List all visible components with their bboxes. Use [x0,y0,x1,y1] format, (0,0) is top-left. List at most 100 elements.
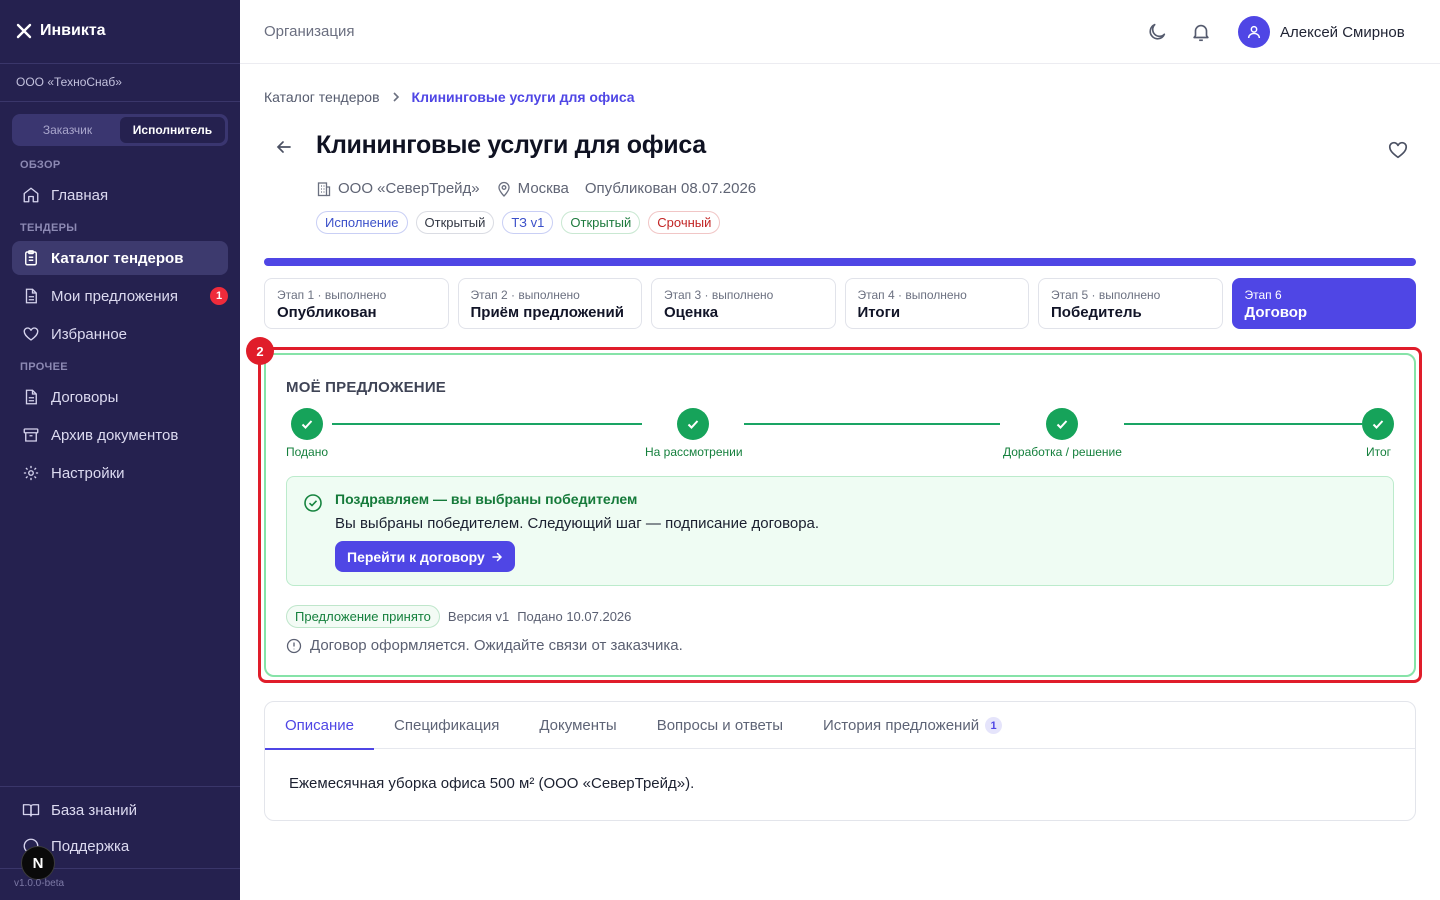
stage-title: Итоги [857,304,901,321]
description-text: Ежемесячная уборка офиса 500 м² (ООО «Се… [289,775,695,792]
tender-meta: ООО «СеверТрейд» Москва Опубликован 08.0… [316,180,772,197]
tab-label: История предложений [823,717,980,734]
stage-title: Победитель [1051,304,1142,321]
role-switch: Заказчик Исполнитель [12,114,228,146]
heart-icon [22,325,40,343]
sidebar-item-knowledge[interactable]: База знаний [12,793,228,827]
sidebar-divider [0,101,240,102]
building-icon [316,181,332,197]
sidebar-item-catalog[interactable]: Каталог тендеров [12,241,228,275]
tag-access: Открытый [561,211,641,234]
sidebar-item-label: Настройки [51,464,125,482]
sidebar-item-label: Главная [51,186,109,204]
stage-subtitle: Этап 1 · выполнено [277,288,387,302]
tab-documents[interactable]: Документы [519,702,636,749]
sidebar-item-settings[interactable]: Настройки [12,456,228,490]
topbar: Организация Алексей Смирнов [240,0,1440,64]
tab-qa[interactable]: Вопросы и ответы [637,702,803,749]
next-devtools-button[interactable]: N [21,846,55,880]
app-logo[interactable]: Инвикта [16,20,106,42]
page-title: Клининговые услуги для офиса [316,131,706,159]
tab-specification[interactable]: Спецификация [374,702,519,749]
sidebar-item-label: Поддержка [51,837,130,855]
tabs-card: Описание Спецификация Документы Вопросы … [264,701,1416,821]
sidebar-item-label: Договоры [51,388,119,406]
stage-list: Этап 1 · выполнено Опубликован Этап 2 · … [264,278,1416,329]
document-icon [22,287,40,305]
breadcrumb: Каталог тендеров Клининговые услуги для … [264,89,635,105]
offers-count-badge: 1 [210,287,228,305]
sidebar-item-offers[interactable]: Мои предложения 1 [12,279,228,313]
sidebar-item-label: Каталог тендеров [51,249,184,267]
tab-description[interactable]: Описание [265,702,375,750]
stage-title: Приём предложений [470,304,624,321]
stage-card[interactable]: Этап 1 · выполнено Опубликован [264,278,449,329]
back-arrow-icon[interactable] [274,137,294,157]
meta-published: Опубликован 08.07.2026 [584,180,757,197]
user-icon [1246,24,1262,40]
document-icon [22,388,40,406]
history-count-badge: 1 [985,717,1003,734]
sidebar-divider [0,786,240,787]
highlight-frame [258,347,1422,683]
tender-progress-bar [264,258,1416,266]
sidebar-item-label: Мои предложения [51,287,179,305]
stage-subtitle: Этап 4 · выполнено [857,288,967,302]
topbar-title: Организация [264,23,355,40]
section-overview: ОБЗОР [20,159,61,171]
stage-subtitle: Этап 6 [1244,288,1282,302]
stage-card-current[interactable]: Этап 6 Договор [1231,278,1416,329]
tag-status: Исполнение [316,211,408,234]
app-name: Инвикта [40,22,106,39]
role-customer-button[interactable]: Заказчик [15,117,120,143]
book-icon [22,801,40,819]
breadcrumb-current: Клининговые услуги для офиса [411,89,635,105]
archive-icon [22,426,40,444]
stage-subtitle: Этап 2 · выполнено [470,288,580,302]
highlight-number-badge: 2 [246,337,274,365]
meta-city: Москва [496,180,569,197]
meta-company: ООО «СеверТрейд» [316,180,480,197]
user-menu[interactable]: Алексей Смирнов [1238,16,1405,48]
meta-city-text: Москва [517,180,569,197]
tag-type: Открытый [415,211,495,234]
org-name: ООО «ТехноСнаб» [16,75,122,89]
stage-card[interactable]: Этап 3 · выполнено Оценка [651,278,836,329]
section-other: ПРОЧЕЕ [20,361,68,373]
tab-bar: Описание Спецификация Документы Вопросы … [265,702,1415,750]
sidebar-divider [0,63,240,64]
stage-title: Оценка [664,304,719,321]
sidebar-item-label: База знаний [51,801,137,819]
tag-tz-version: ТЗ v1 [502,211,554,234]
stage-title: Договор [1244,304,1308,321]
sidebar-item-home[interactable]: Главная [12,178,228,212]
stage-card[interactable]: Этап 2 · выполнено Приём предложений [457,278,642,329]
sidebar-item-label: Избранное [51,325,128,343]
sidebar-item-contracts[interactable]: Договоры [12,380,228,414]
user-avatar [1238,16,1270,48]
sidebar-item-favorites[interactable]: Избранное [12,317,228,351]
tab-offer-history[interactable]: История предложений 1 [803,702,1022,749]
location-pin-icon [496,181,512,197]
breadcrumb-parent-link[interactable]: Каталог тендеров [264,89,380,105]
moon-icon[interactable] [1146,21,1168,43]
sidebar-item-archive[interactable]: Архив документов [12,418,228,452]
role-executor-button[interactable]: Исполнитель [120,117,225,143]
stage-card[interactable]: Этап 5 · выполнено Победитель [1038,278,1223,329]
home-icon [22,186,40,204]
logo-x-icon [16,23,32,39]
chevron-right-icon [390,91,402,103]
sidebar-item-label: Архив документов [51,426,179,444]
favorite-heart-icon[interactable] [1387,139,1409,161]
stage-subtitle: Этап 5 · выполнено [1051,288,1161,302]
clipboard-icon [22,249,40,267]
section-tenders: ТЕНДЕРЫ [20,222,78,234]
stage-title: Опубликован [277,304,377,321]
stage-card[interactable]: Этап 4 · выполнено Итоги [844,278,1029,329]
bell-icon[interactable] [1190,21,1212,43]
gear-icon [22,464,40,482]
tag-urgent: Срочный [648,211,721,234]
app-version: v1.0.0-beta [14,878,65,889]
tender-tags: Исполнение Открытый ТЗ v1 Открытый Срочн… [316,211,721,234]
user-name: Алексей Смирнов [1280,23,1405,41]
